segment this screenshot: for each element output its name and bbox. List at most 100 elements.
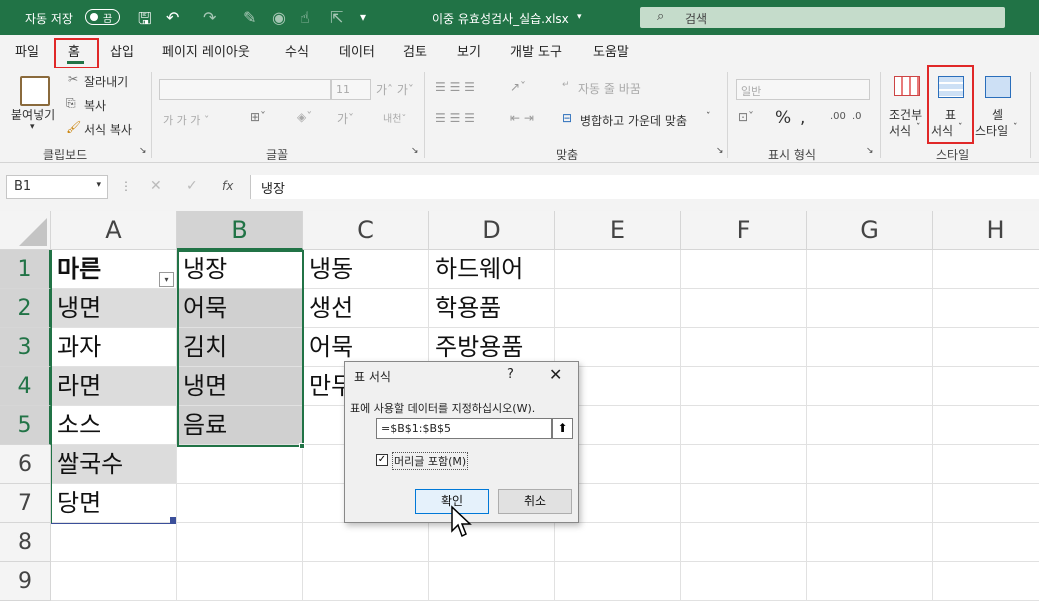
paste-button[interactable]: 붙여넣기 xyxy=(11,106,55,123)
decrease-decimal-icon[interactable]: .0 xyxy=(852,111,862,122)
cell[interactable]: 냉면 xyxy=(51,289,177,328)
cell[interactable] xyxy=(807,406,933,445)
cell[interactable] xyxy=(51,523,177,562)
column-header-d[interactable]: D xyxy=(429,211,555,250)
cell[interactable]: 소스 xyxy=(51,406,177,445)
format-painter-button[interactable]: 서식 복사 xyxy=(84,121,132,138)
cell-styles-l1[interactable]: 셀 xyxy=(992,106,1003,123)
row-header[interactable]: 3 xyxy=(0,328,51,367)
undo-icon[interactable]: ↶ xyxy=(166,8,179,27)
cell[interactable] xyxy=(177,523,303,562)
range-input[interactable]: =$B$1:$B$5 xyxy=(376,418,552,439)
cell[interactable] xyxy=(933,250,1039,289)
cell[interactable] xyxy=(933,484,1039,523)
column-header-g[interactable]: G xyxy=(807,211,933,250)
tab-review[interactable]: 검토 xyxy=(403,41,427,60)
cell[interactable] xyxy=(807,562,933,601)
cell[interactable]: 냉동 xyxy=(303,250,429,289)
help-button[interactable]: ? xyxy=(507,367,514,382)
cell[interactable] xyxy=(933,523,1039,562)
cell[interactable] xyxy=(807,289,933,328)
font-color-icon[interactable]: 가ˇ xyxy=(337,110,354,127)
cell[interactable] xyxy=(555,562,681,601)
orientation-icon[interactable]: ↗ˇ xyxy=(510,80,526,94)
cell[interactable] xyxy=(303,523,429,562)
number-format-combo[interactable]: 일반 xyxy=(736,79,870,100)
cell[interactable] xyxy=(933,406,1039,445)
cell[interactable] xyxy=(303,562,429,601)
fill-color-icon[interactable]: ◈ˇ xyxy=(297,110,312,124)
row-header[interactable]: 8 xyxy=(0,523,51,562)
cancel-icon[interactable]: ✕ xyxy=(150,178,162,194)
collapse-dialog-icon[interactable]: ⬆ xyxy=(552,418,573,439)
tab-data[interactable]: 데이터 xyxy=(339,41,375,60)
wrap-text-button[interactable]: 자동 줄 바꿈 xyxy=(578,80,641,97)
cell[interactable] xyxy=(51,562,177,601)
table-resize-handle[interactable] xyxy=(170,517,176,523)
column-header-c[interactable]: C xyxy=(303,211,429,250)
cell[interactable] xyxy=(933,445,1039,484)
name-box[interactable]: B1 ▾ xyxy=(6,175,108,199)
name-box-dropdown-icon[interactable]: ▾ xyxy=(96,180,101,190)
column-header-a[interactable]: A xyxy=(51,211,177,250)
tab-insert[interactable]: 삽입 xyxy=(110,41,134,60)
font-size-combo[interactable]: 11 xyxy=(331,79,371,100)
cell[interactable] xyxy=(681,484,807,523)
select-icon[interactable]: ⇱ xyxy=(330,8,343,27)
cell[interactable] xyxy=(177,484,303,523)
close-icon[interactable]: ✕ xyxy=(549,365,562,384)
vertical-align-icons[interactable]: ☰ ☰ ☰ xyxy=(435,80,475,94)
row-header[interactable]: 9 xyxy=(0,562,51,601)
copy-button[interactable]: 복사 xyxy=(84,97,106,114)
filename-dropdown-icon[interactable]: ▾ xyxy=(577,12,582,22)
font-style-buttons[interactable]: 가 가 가 ˇ xyxy=(163,112,209,128)
row-header[interactable]: 7 xyxy=(0,484,51,523)
conditional-formatting-l1[interactable]: 조건부 xyxy=(889,106,922,123)
cell[interactable] xyxy=(177,562,303,601)
cell[interactable] xyxy=(681,250,807,289)
save-icon[interactable]: 🖫 xyxy=(138,8,152,35)
cell[interactable] xyxy=(555,523,681,562)
column-header-f[interactable]: F xyxy=(681,211,807,250)
formula-input[interactable]: 냉장 xyxy=(250,175,1039,199)
touch-icon[interactable]: ☝ xyxy=(300,8,310,27)
number-launcher-icon[interactable]: ↘ xyxy=(866,146,874,156)
insert-function-icon[interactable]: fx xyxy=(222,179,233,193)
cell[interactable] xyxy=(807,445,933,484)
cell-styles-l2[interactable]: 스타일 xyxy=(975,122,1008,139)
cell[interactable] xyxy=(681,328,807,367)
cell[interactable] xyxy=(933,562,1039,601)
customize-qat-icon[interactable]: ▾ xyxy=(360,10,366,24)
fill-handle[interactable] xyxy=(299,443,305,449)
cell[interactable]: 라면 xyxy=(51,367,177,406)
cell[interactable] xyxy=(681,367,807,406)
accounting-icon[interactable]: ⊡ˇ xyxy=(738,110,754,124)
phonetic-icon[interactable]: 내천ˇ xyxy=(383,110,406,125)
cell[interactable]: 생선 xyxy=(303,289,429,328)
tab-file[interactable]: 파일 xyxy=(15,41,39,60)
cell[interactable]: 하드웨어 xyxy=(429,250,555,289)
column-header-b[interactable]: B xyxy=(177,211,303,250)
cell[interactable] xyxy=(807,484,933,523)
indent-icons[interactable]: ⇤ ⇥ xyxy=(510,111,534,125)
row-header[interactable]: 2 xyxy=(0,289,51,328)
cell[interactable] xyxy=(933,289,1039,328)
horizontal-align-icons[interactable]: ☰ ☰ ☰ xyxy=(435,111,475,125)
merge-center-button[interactable]: 병합하고 가운데 맞춤 xyxy=(580,112,687,129)
select-all-corner[interactable] xyxy=(0,211,51,250)
cell[interactable] xyxy=(429,523,555,562)
cell[interactable] xyxy=(177,445,303,484)
cell[interactable]: 쌀국수 xyxy=(51,445,177,484)
cell[interactable] xyxy=(933,367,1039,406)
tab-formulas[interactable]: 수식 xyxy=(285,41,309,60)
autosave-toggle[interactable]: 끔 xyxy=(85,9,120,25)
cell[interactable] xyxy=(807,367,933,406)
conditional-formatting-icon[interactable] xyxy=(894,76,920,96)
cell[interactable] xyxy=(681,523,807,562)
font-launcher-icon[interactable]: ↘ xyxy=(411,146,419,156)
cell-styles-icon[interactable] xyxy=(985,76,1011,98)
grow-font-icon[interactable]: 가ˆ 가ˇ xyxy=(376,81,414,98)
header-checkbox-label[interactable]: 머리글 포함(M) xyxy=(392,452,469,470)
cell[interactable] xyxy=(807,328,933,367)
tab-developer[interactable]: 개발 도구 xyxy=(510,41,562,60)
